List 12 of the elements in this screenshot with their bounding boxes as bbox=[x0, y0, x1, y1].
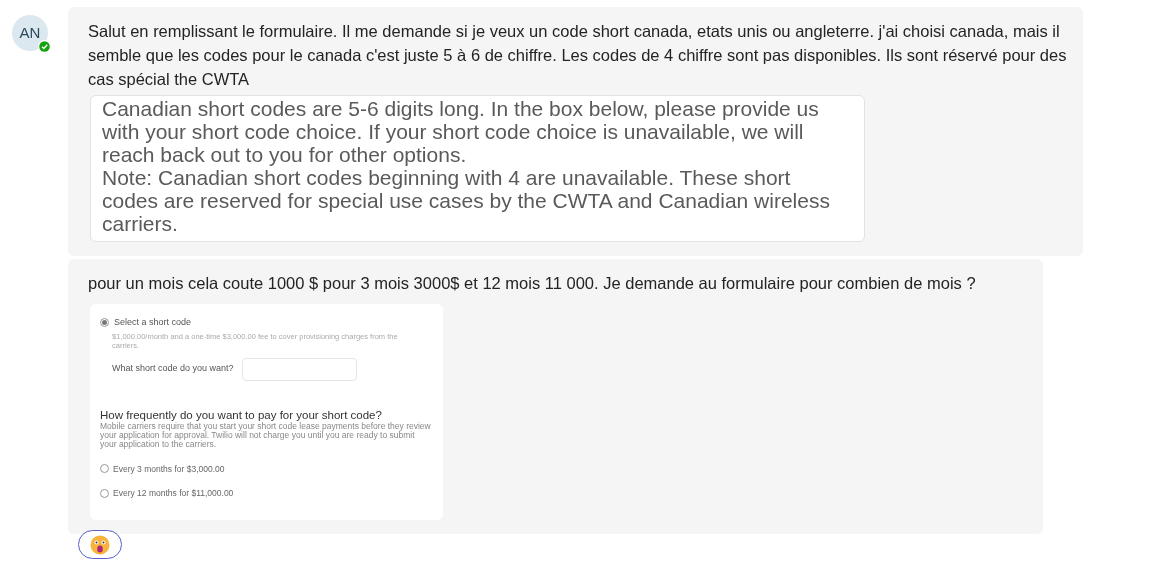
avatar[interactable]: AN bbox=[12, 15, 48, 51]
capture-text: Note: Canadian short codes beginning with 4 are unavailable. These short codes are reserved for special use cases by the CWTA and Canadian wireless carriers. bbox=[102, 166, 831, 235]
avatar-initials: AN bbox=[19, 22, 41, 43]
field-label: What short code do you want? bbox=[112, 362, 234, 376]
message-text: Salut en remplissant le formulaire. Il me demande si je veux un code short canada, etats unis ou angleterre. j'ai choisi canada, mais il semble que les codes pour le canada c'est juste 5 à 6 de chiffre. Les codes de 4 chiffre sont pas disponibles. Ils sont réservé pour des cas spécial the CWTA bbox=[88, 21, 1067, 90]
choice-label: Every 12 months for $11,000.00 bbox=[113, 487, 234, 500]
message-text: pour un mois cela coute 1000 $ pour 3 mois 3000$ et 12 mois 11 000. Je demande au formulaire pour combien de mois ? bbox=[88, 273, 977, 294]
choice-label: Every 3 months for $3,000.00 bbox=[113, 462, 225, 476]
section-heading: How frequently do you want to pay for your short code? bbox=[100, 408, 383, 422]
capture-text: Canadian short codes are 5-6 digits long. In the box below, please provide us with your short code choice. If your short code choice is unavailable, we will reach back out to you for other options. bbox=[102, 97, 820, 166]
option-label: Select a short code bbox=[114, 316, 192, 329]
section-description: Mobile carriers require that you start your short code lease payments before they review your application for approval. Twilio will not charge you until you are ready to submit your application to the carriers. bbox=[100, 421, 431, 449]
